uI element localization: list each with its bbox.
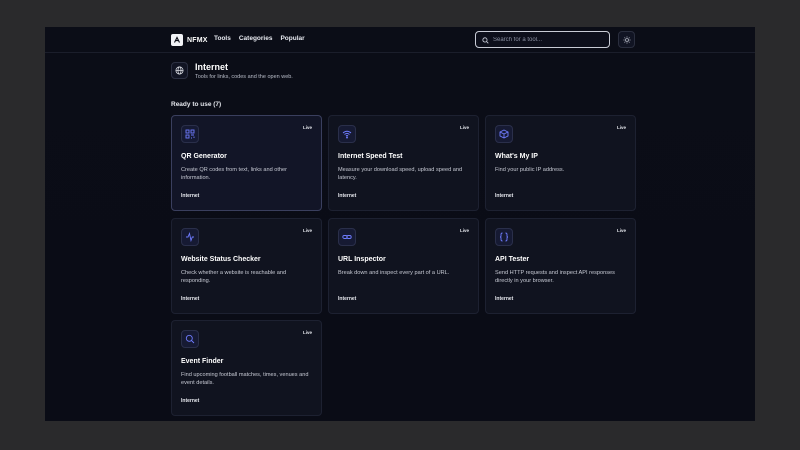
activity-icon [181, 228, 199, 246]
nav-categories[interactable]: Categories [239, 35, 273, 42]
tool-description: Create QR codes from text, links and oth… [181, 167, 288, 181]
braces-icon [495, 228, 513, 246]
globe-icon [175, 62, 184, 80]
tool-category-tag: Internet [338, 296, 357, 302]
section-label: Ready to use (7) [171, 101, 222, 108]
brand-link[interactable]: NFMX [171, 33, 208, 47]
tool-description: Send HTTP requests and inspect API respo… [495, 270, 615, 284]
search-box[interactable] [475, 31, 610, 48]
tool-category-tag: Internet [181, 398, 200, 404]
status-badge: Live [302, 228, 312, 233]
tool-category-tag: Internet [495, 193, 514, 199]
tool-title: Website Status Checker [181, 256, 261, 263]
tool-card-api-tester[interactable]: Live API Tester Send HTTP requests and i… [485, 218, 636, 314]
tool-card-whats-my-ip[interactable]: Live What's My IP Find your public IP ad… [485, 115, 636, 211]
tool-title: What's My IP [495, 153, 538, 160]
page-title: Internet [195, 62, 229, 72]
wifi-icon [338, 125, 356, 143]
tool-card-internet-speed-test[interactable]: Live Internet Speed Test Measure your do… [328, 115, 479, 211]
tool-description: Find upcoming football matches, times, v… [181, 372, 309, 386]
brand-name: NFMX [187, 36, 208, 44]
link-icon [338, 228, 356, 246]
status-badge: Live [302, 330, 312, 335]
tool-category-tag: Internet [181, 296, 200, 302]
theme-toggle-button[interactable] [618, 31, 635, 48]
search-icon [181, 330, 199, 348]
category-icon-box [171, 62, 188, 79]
main-nav: Tools Categories Popular [214, 35, 305, 42]
nav-tools[interactable]: Tools [214, 35, 231, 42]
tool-category-tag: Internet [181, 193, 200, 199]
tool-title: Event Finder [181, 358, 224, 365]
page-description: Tools for links, codes and the open web. [195, 74, 293, 80]
tool-category-tag: Internet [495, 296, 514, 302]
app-window: NFMX Tools Categories Popular Internet T… [45, 27, 755, 421]
tool-description: Break down and inspect every part of a U… [338, 270, 450, 276]
status-badge: Live [459, 125, 469, 130]
status-badge: Live [616, 228, 626, 233]
search-input[interactable] [493, 36, 603, 43]
tool-title: QR Generator [181, 153, 227, 160]
tool-card-website-status-checker[interactable]: Live Website Status Checker Check whethe… [171, 218, 322, 314]
tool-title: API Tester [495, 256, 530, 263]
tool-description: Measure your download speed, upload spee… [338, 167, 463, 181]
tool-card-event-finder[interactable]: Live Event Finder Find upcoming football… [171, 320, 322, 416]
status-badge: Live [459, 228, 469, 233]
tool-description: Find your public IP address. [495, 167, 565, 173]
status-badge: Live [616, 125, 626, 130]
status-badge: Live [302, 125, 312, 130]
tool-description: Check whether a website is reachable and… [181, 270, 287, 284]
sun-icon [622, 31, 631, 49]
qr-code-icon [181, 125, 199, 143]
cube-icon [495, 125, 513, 143]
search-icon [482, 31, 489, 49]
top-navigation-bar: NFMX Tools Categories Popular [45, 27, 755, 53]
tool-title: URL Inspector [338, 256, 386, 263]
tool-category-tag: Internet [338, 193, 357, 199]
tool-card-url-inspector[interactable]: Live URL Inspector Break down and inspec… [328, 218, 479, 314]
tool-card-qr-generator[interactable]: Live QR Generator Create QR codes from t… [171, 115, 322, 211]
logo-icon [171, 34, 183, 46]
nav-popular[interactable]: Popular [280, 35, 304, 42]
tool-title: Internet Speed Test [338, 153, 403, 160]
